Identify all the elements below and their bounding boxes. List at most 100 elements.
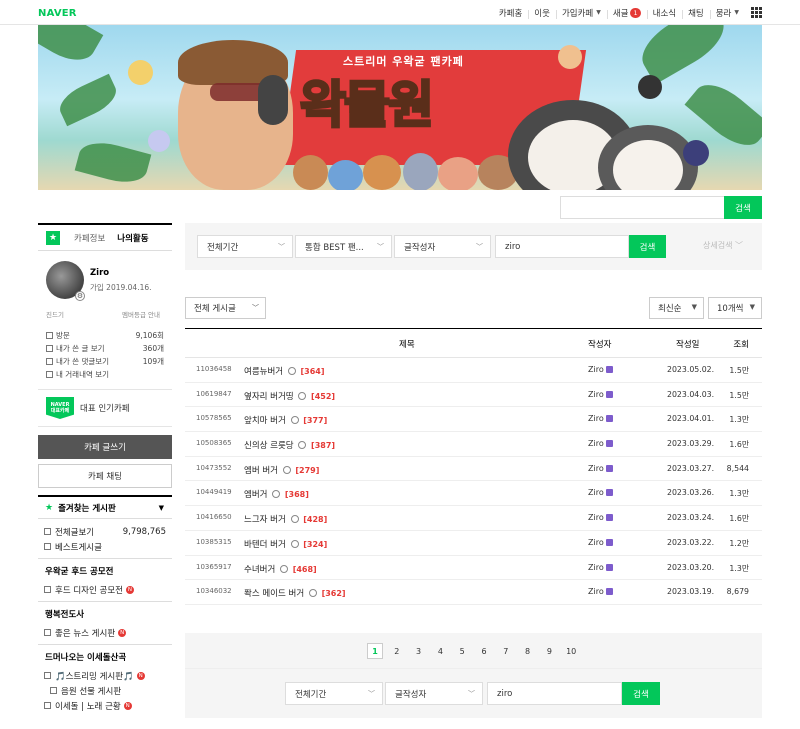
grid-icon[interactable] xyxy=(751,7,762,18)
article-author[interactable]: Ziro xyxy=(588,365,613,374)
stat-my-trades[interactable]: 내 거래내역 보기 xyxy=(46,368,164,381)
article-title-link[interactable]: 엠버 버거 [279] xyxy=(244,464,319,476)
article-title-link[interactable]: 옆자리 버거띵 [452] xyxy=(244,390,335,402)
table-row[interactable]: 10346032 퐉스 메이드 버거 [362] Ziro 2023.03.19. 8,… xyxy=(185,580,762,605)
caret-down-icon[interactable]: ▼ xyxy=(159,504,164,512)
comment-count[interactable]: [362] xyxy=(322,589,346,598)
bottom-period-select[interactable]: 전체기간 ﹀ xyxy=(285,682,383,705)
nav-my-news[interactable]: 내소식 xyxy=(646,7,682,19)
article-author[interactable]: Ziro xyxy=(588,538,613,547)
article-title-link[interactable]: 수녀버거 [468] xyxy=(244,563,317,575)
article-title-link[interactable]: 퐉스 메이드 버거 [362] xyxy=(244,587,346,599)
article-author[interactable]: Ziro xyxy=(588,587,613,596)
page-link-8[interactable]: 8 xyxy=(520,643,536,659)
table-row[interactable]: 10449419 엠버거 [368] Ziro 2023.03.26. 1.3만 xyxy=(185,481,762,507)
table-row[interactable]: 10385315 바텐더 버거 [324] Ziro 2023.03.22. 1.2만 xyxy=(185,531,762,556)
board-isedol-songs[interactable]: 이세돌 | 노래 근황 N xyxy=(44,698,166,713)
comment-count[interactable]: [279] xyxy=(295,466,319,475)
page-link-4[interactable]: 4 xyxy=(432,643,448,659)
page-link-7[interactable]: 7 xyxy=(498,643,514,659)
table-row[interactable]: 10619847 옆자리 버거띵 [452] Ziro 2023.04.03. 1.5만 xyxy=(185,383,762,408)
table-row[interactable]: 10473552 엠버 버거 [279] Ziro 2023.03.27. 8,544 xyxy=(185,457,762,482)
article-author[interactable]: Ziro xyxy=(588,513,613,522)
page-link-3[interactable]: 3 xyxy=(411,643,427,659)
comment-count[interactable]: [468] xyxy=(293,565,317,574)
board-good-news[interactable]: 좋은 뉴스 게시판 N xyxy=(44,625,166,640)
nav-chat[interactable]: 채팅 xyxy=(682,7,710,19)
board-hood-design[interactable]: 후드 디자인 공모전 N xyxy=(44,582,166,597)
table-row[interactable]: 11036458 여름뉴버거 [364] Ziro 2023.05.02. 1.5만 xyxy=(185,358,762,383)
page-link-5[interactable]: 5 xyxy=(454,643,470,659)
comment-count[interactable]: [428] xyxy=(303,515,327,524)
article-title-link[interactable]: 신의상 르릇당 [387] xyxy=(244,439,335,451)
favorite-boards-header[interactable]: ★ 즐겨찾는 게시판 ▼ xyxy=(38,495,172,519)
bottom-search-button[interactable]: 검색 xyxy=(622,682,660,705)
search-type-select[interactable]: 글작성자 ﹀ xyxy=(394,235,491,258)
sort-select[interactable]: 최신순 ▼ xyxy=(649,297,704,319)
tab-my-activity[interactable]: 나의활동 xyxy=(117,232,148,244)
cafe-banner[interactable]: 스트리머 우왁굳 팬카페 왁물원 xyxy=(38,25,762,190)
nav-neighbors[interactable]: 이웃 xyxy=(528,7,556,19)
tab-cafe-info[interactable]: 카페정보 xyxy=(74,232,105,244)
article-title-link[interactable]: 엠버거 [368] xyxy=(244,488,309,500)
cafe-chat-button[interactable]: 카페 채팅 xyxy=(38,464,172,488)
page-size-select[interactable]: 10개씩 ▼ xyxy=(708,297,762,319)
table-row[interactable]: 10416650 느그자 버거 [428] Ziro 2023.03.24. 1.6만 xyxy=(185,506,762,531)
comment-count[interactable]: [324] xyxy=(303,540,327,549)
stat-my-posts[interactable]: 내가 쓴 글 보기 360개 xyxy=(46,342,164,355)
filter-search-button[interactable]: 검색 xyxy=(629,235,666,258)
bottom-search-input[interactable] xyxy=(487,682,622,705)
comment-count[interactable]: [452] xyxy=(311,392,335,401)
bottom-type-select[interactable]: 글작성자 ﹀ xyxy=(385,682,483,705)
nav-new-posts-label: 새글 xyxy=(612,8,629,19)
board-music-gift[interactable]: 음원 선물 게시판 xyxy=(44,683,166,698)
article-title-link[interactable]: 바텐더 버거 [324] xyxy=(244,538,327,550)
comment-count[interactable]: [387] xyxy=(311,441,335,450)
table-row[interactable]: 10508365 신의상 르릇당 [387] Ziro 2023.03.29. 1.6만 xyxy=(185,432,762,457)
article-title-link[interactable]: 느그자 버거 [428] xyxy=(244,513,327,525)
gear-icon[interactable]: ⚙ xyxy=(75,291,85,301)
stat-my-comments[interactable]: 내가 쓴 댓글보기 109개 xyxy=(46,355,164,368)
stat-visits: 방문 9,106회 xyxy=(46,329,164,342)
article-author[interactable]: Ziro xyxy=(588,464,613,473)
nav-new-posts[interactable]: 새글 1 xyxy=(606,7,647,19)
article-author[interactable]: Ziro xyxy=(588,439,613,448)
nav-user-menu[interactable]: 뭉라 ▼ xyxy=(709,7,745,19)
article-author[interactable]: Ziro xyxy=(588,488,613,497)
page-link-6[interactable]: 6 xyxy=(476,643,492,659)
page-link-10[interactable]: 10 xyxy=(563,643,579,659)
article-title-link[interactable]: 앞치마 버거 [377] xyxy=(244,414,327,426)
nav-cafe-home[interactable]: 카페홈 xyxy=(493,7,528,19)
board-filter-select[interactable]: 전체 게시글 ﹀ xyxy=(185,297,266,319)
comment-count[interactable]: [377] xyxy=(303,416,327,425)
emoticon-icon xyxy=(287,367,296,375)
article-title-link[interactable]: 여름뉴버거 [364] xyxy=(244,365,325,377)
profile-name[interactable]: Ziro xyxy=(90,268,109,278)
member-grade-guide-link[interactable]: 멤버등급 안내 xyxy=(122,309,160,319)
article-author[interactable]: Ziro xyxy=(588,390,613,399)
table-row[interactable]: 10578565 앞치마 버거 [377] Ziro 2023.04.01. 1.3만 xyxy=(185,407,762,433)
search-query-input[interactable] xyxy=(495,235,629,258)
advanced-search-link[interactable]: 상세검색 ﹀ xyxy=(703,240,743,251)
popular-cafe-banner[interactable]: NAVER 대표카페 대표 인기카페 xyxy=(38,389,172,427)
page-link-1[interactable]: 1 xyxy=(367,643,383,659)
article-author[interactable]: Ziro xyxy=(588,563,613,572)
board-best-posts[interactable]: 베스트게시글 xyxy=(44,539,166,554)
page-link-9[interactable]: 9 xyxy=(541,643,557,659)
write-post-button[interactable]: 카페 글쓰기 xyxy=(38,435,172,459)
chevron-down-icon: ﹀ xyxy=(252,304,259,312)
board-all-posts[interactable]: 전체글보기 9,798,765 xyxy=(44,524,166,539)
board-streaming[interactable]: 🎵스트리밍 게시판🎵 N xyxy=(44,668,166,683)
page-link-2[interactable]: 2 xyxy=(389,643,405,659)
board-select[interactable]: 통합 BEST 팬... ﹀ xyxy=(295,235,392,258)
naver-logo[interactable]: NAVER xyxy=(38,8,77,19)
period-select[interactable]: 전체기간 ﹀ xyxy=(197,235,293,258)
comment-count[interactable]: [364] xyxy=(301,367,325,376)
table-row[interactable]: 10365917 수녀버거 [468] Ziro 2023.03.20. 1.3만 xyxy=(185,556,762,581)
comment-count[interactable]: [368] xyxy=(285,490,309,499)
article-author[interactable]: Ziro xyxy=(588,414,613,423)
cafe-search-button[interactable]: 검색 xyxy=(724,196,762,219)
star-icon[interactable]: ★ xyxy=(46,230,60,245)
nav-joined-cafes[interactable]: 가입카페 ▼ xyxy=(555,7,607,19)
member-level-icon xyxy=(605,366,613,373)
